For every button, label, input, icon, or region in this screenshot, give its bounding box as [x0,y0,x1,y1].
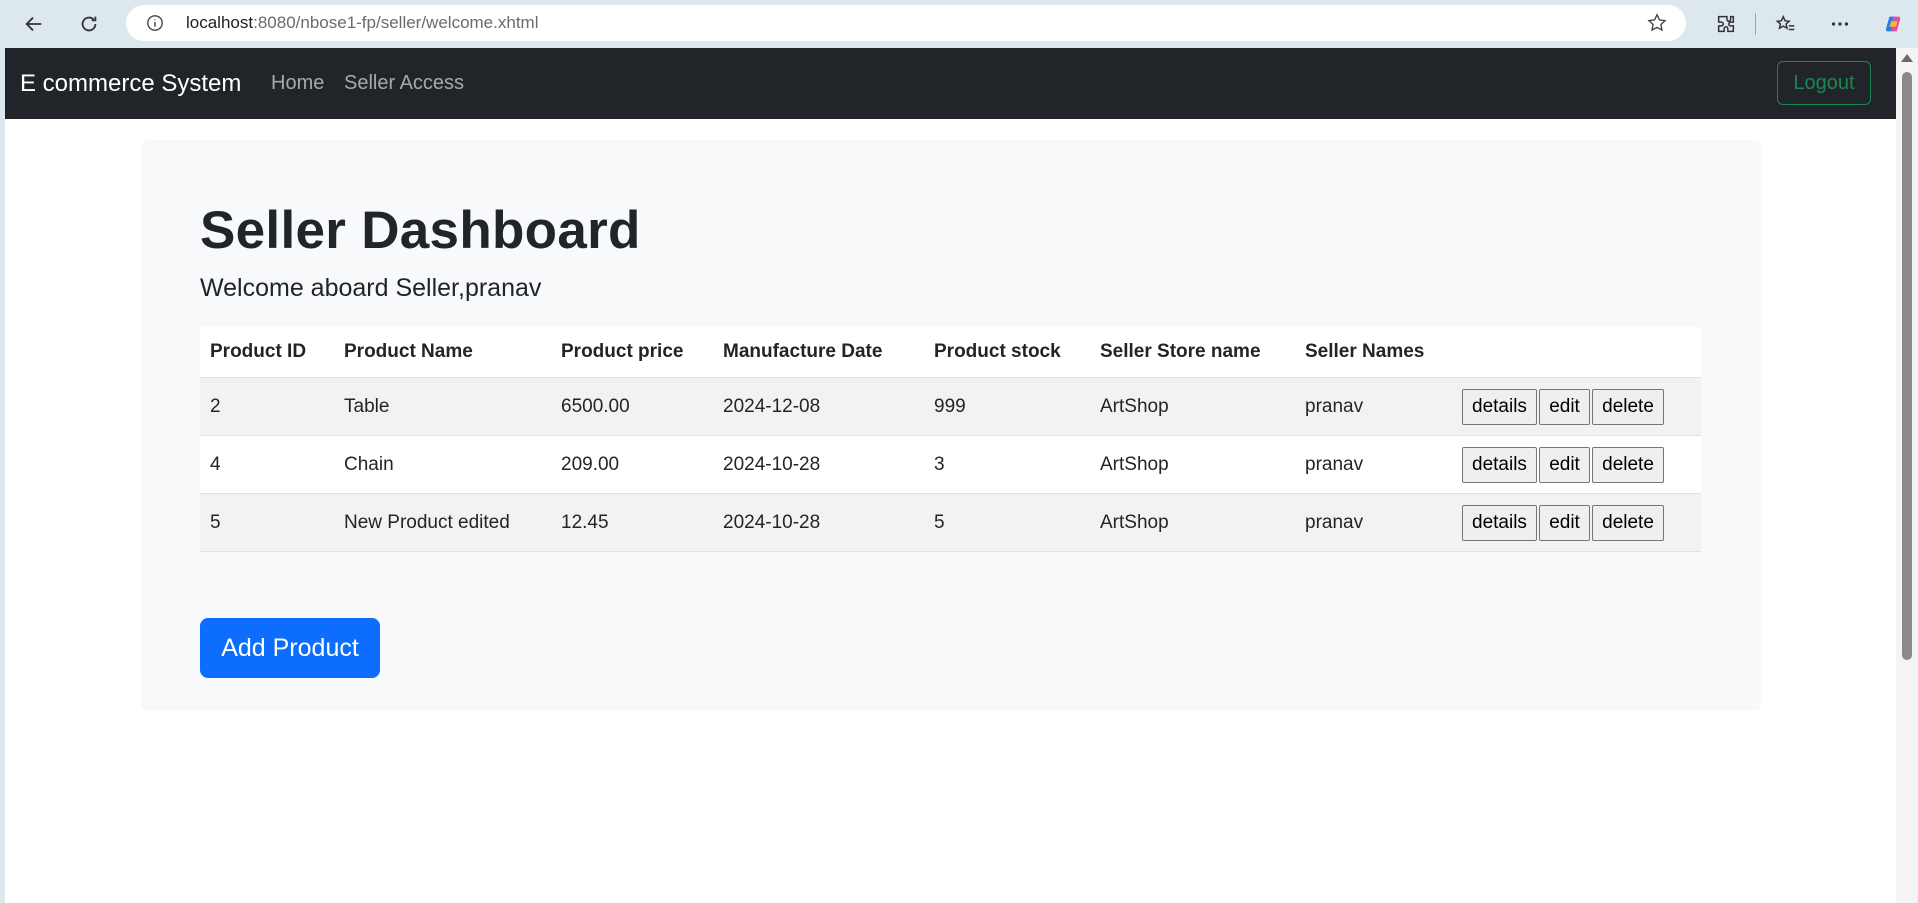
scroll-up-arrow-icon[interactable] [1901,54,1913,62]
header-product-id: Product ID [200,327,334,378]
edit-button[interactable]: edit [1539,504,1590,541]
details-button[interactable]: details [1462,504,1537,541]
cell-product-price: 6500.00 [551,377,713,436]
welcome-message: Welcome aboard Seller,pranav [200,274,542,302]
scrollbar-thumb[interactable] [1902,72,1912,660]
toolbar-divider [1755,13,1756,35]
delete-button[interactable]: delete [1592,388,1664,425]
url-host: localhost [186,13,254,32]
cell-seller-name: pranav [1295,435,1452,494]
reload-button[interactable] [73,8,105,40]
cell-seller-store-name: ArtShop [1090,435,1295,494]
puzzle-extensions-icon [1717,15,1735,33]
more-menu-button[interactable] [1824,8,1856,40]
copilot-button[interactable] [1878,8,1910,40]
copilot-icon [1885,16,1901,32]
header-product-name: Product Name [334,327,551,378]
cell-actions: details edit delete [1452,435,1701,494]
cell-product-name: Chain [334,435,551,494]
table-row: 2 Table 6500.00 2024-12-08 999 ArtShop p… [200,377,1701,436]
details-button[interactable]: details [1462,446,1537,483]
address-bar[interactable]: localhost:8080/nbose1-fp/seller/welcome.… [126,5,1686,41]
table-header-row: Product ID Product Name Product price Ma… [200,327,1701,378]
cell-product-id: 4 [200,435,334,494]
header-seller-names: Seller Names [1295,327,1452,378]
header-product-stock: Product stock [924,327,1090,378]
cell-actions: details edit delete [1452,493,1701,552]
logout-button[interactable]: Logout [1777,61,1871,105]
cell-manufacture-date: 2024-10-28 [713,435,924,494]
cell-product-stock: 5 [924,493,1090,552]
info-icon[interactable] [146,14,164,32]
cell-product-price: 209.00 [551,435,713,494]
nav-link-home[interactable]: Home [271,48,324,119]
cell-product-stock: 3 [924,435,1090,494]
top-navbar: E commerce System Home Seller Access Log… [5,48,1896,119]
delete-button[interactable]: delete [1592,446,1664,483]
cell-manufacture-date: 2024-12-08 [713,377,924,436]
header-product-price: Product price [551,327,713,378]
cell-seller-store-name: ArtShop [1090,493,1295,552]
add-product-button[interactable]: Add Product [200,618,380,678]
extensions-button[interactable] [1710,8,1742,40]
products-table: Product ID Product Name Product price Ma… [200,327,1701,552]
nav-link-seller-access[interactable]: Seller Access [344,48,464,119]
cell-product-price: 12.45 [551,493,713,552]
cell-product-name: Table [334,377,551,436]
url-path: :8080/nbose1-fp/seller/welcome.xhtml [253,13,539,32]
cell-product-id: 2 [200,377,334,436]
cell-manufacture-date: 2024-10-28 [713,493,924,552]
table-row: 4 Chain 209.00 2024-10-28 3 ArtShop pran… [200,435,1701,494]
more-dots-icon [1831,22,1849,26]
vertical-scrollbar[interactable] [1896,48,1918,903]
url-text[interactable]: localhost:8080/nbose1-fp/seller/welcome.… [186,5,538,41]
browser-toolbar: localhost:8080/nbose1-fp/seller/welcome.… [0,0,1918,47]
dashboard-container: Seller Dashboard Welcome aboard Seller,p… [141,140,1762,711]
table-row: 5 New Product edited 12.45 2024-10-28 5 … [200,493,1701,552]
delete-button[interactable]: delete [1592,504,1664,541]
page-title: Seller Dashboard [200,201,641,260]
page-viewport: E commerce System Home Seller Access Log… [5,48,1896,903]
details-button[interactable]: details [1462,388,1537,425]
favorites-button[interactable] [1770,8,1802,40]
cell-actions: details edit delete [1452,377,1701,436]
cell-seller-store-name: ArtShop [1090,377,1295,436]
header-seller-store-name: Seller Store name [1090,327,1295,378]
favorite-star-icon[interactable] [1646,12,1668,34]
brand-logo-text[interactable]: E commerce System [20,48,241,119]
back-button[interactable] [18,8,50,40]
cell-product-name: New Product edited [334,493,551,552]
cell-seller-name: pranav [1295,377,1452,436]
edit-button[interactable]: edit [1539,446,1590,483]
header-manufacture-date: Manufacture Date [713,327,924,378]
edit-button[interactable]: edit [1539,388,1590,425]
reload-icon [81,16,97,32]
back-arrow-icon [25,16,42,32]
favorites-list-icon [1775,14,1795,31]
cell-product-stock: 999 [924,377,1090,436]
cell-seller-name: pranav [1295,493,1452,552]
cell-product-id: 5 [200,493,334,552]
header-actions [1452,327,1701,378]
